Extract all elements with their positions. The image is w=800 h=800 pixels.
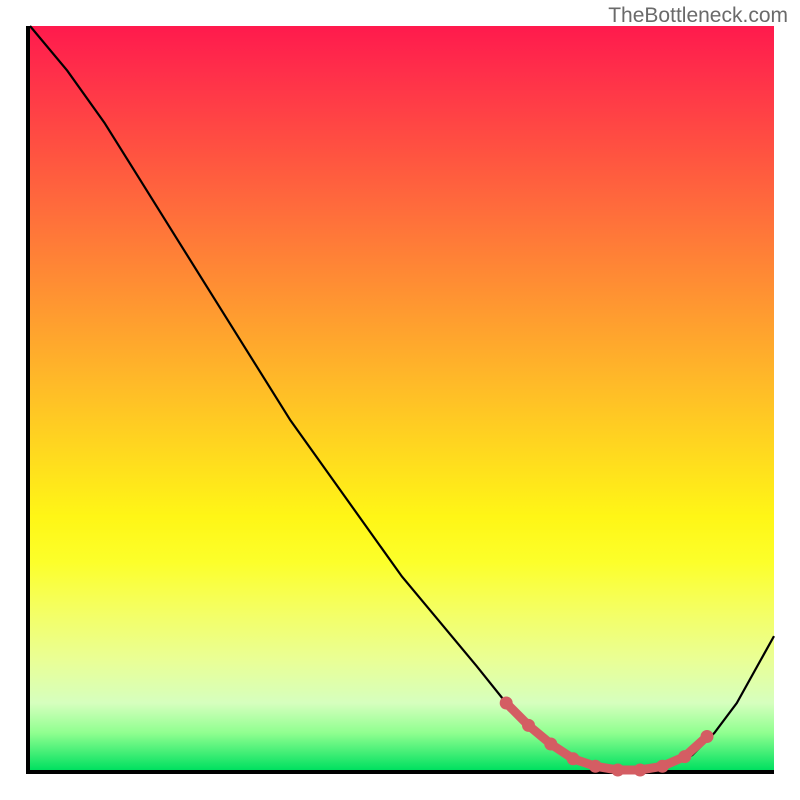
highlight-dot <box>701 730 714 743</box>
highlight-dot <box>589 760 602 773</box>
highlight-dot <box>500 697 513 710</box>
chart-svg <box>30 26 774 770</box>
highlight-dot <box>634 764 647 777</box>
curve-line <box>30 26 774 770</box>
highlight-dot <box>544 738 557 751</box>
highlight-segment <box>506 703 707 770</box>
highlight-dot <box>611 764 624 777</box>
chart-frame <box>26 26 774 774</box>
highlight-dot <box>567 752 580 765</box>
watermark-text: TheBottleneck.com <box>608 4 788 28</box>
highlight-dot <box>656 760 669 773</box>
highlight-dot <box>522 719 535 732</box>
highlight-dot <box>678 750 691 763</box>
